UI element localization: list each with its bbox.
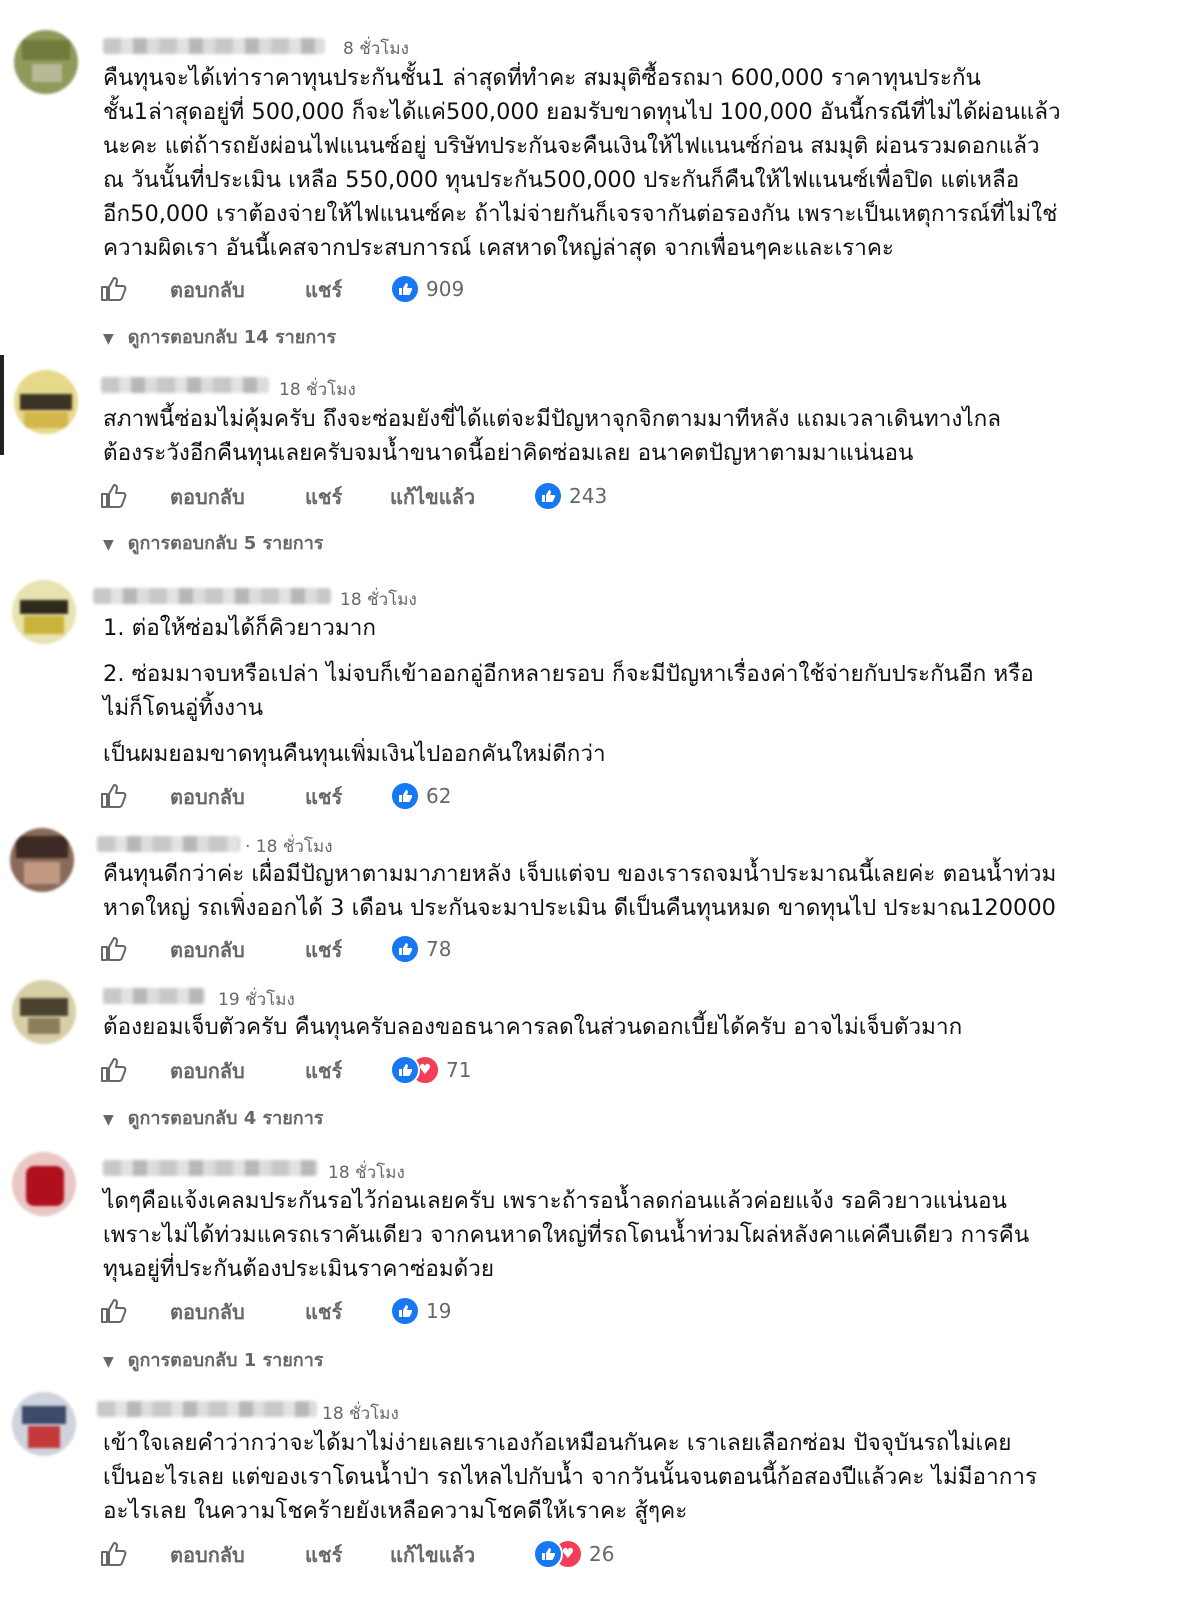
avatar[interactable] bbox=[12, 1392, 76, 1456]
thread-indicator-bar bbox=[0, 355, 4, 455]
reply-button[interactable]: ตอบกลับ bbox=[170, 1539, 245, 1571]
author-name-redacted[interactable] bbox=[103, 988, 205, 1004]
avatar[interactable] bbox=[14, 370, 78, 434]
like-icon[interactable] bbox=[100, 1541, 128, 1567]
like-reaction-icon bbox=[390, 274, 420, 304]
comment-actions: ตอบกลับ แชร์ ♥ 71 bbox=[100, 1055, 800, 1087]
view-replies-link[interactable]: ▼ ดูการตอบกลับ 14 รายการ bbox=[103, 322, 336, 351]
comment-actions: ตอบกลับ แชร์ 19 bbox=[100, 1296, 800, 1328]
comment-text: คืนทุนจะได้เท่าราคาทุนประกันชั้น1 ล่าสุด… bbox=[103, 65, 1061, 261]
edited-label[interactable]: แก้ไขแล้ว bbox=[390, 481, 475, 513]
comment-time[interactable]: 18 ชั่วโมง bbox=[340, 586, 417, 613]
author-name-redacted[interactable] bbox=[103, 38, 325, 54]
reaction-summary[interactable]: 243 bbox=[533, 481, 607, 511]
like-icon[interactable] bbox=[100, 783, 128, 809]
like-reaction-icon bbox=[390, 934, 420, 964]
reaction-summary[interactable]: 62 bbox=[390, 781, 451, 811]
avatar[interactable] bbox=[12, 1152, 76, 1216]
comment-text: สภาพนี้ซ่อมไม่คุ้มครับ ถึงจะซ่อมยังขี่ได… bbox=[103, 406, 1002, 466]
reaction-count: 78 bbox=[426, 937, 452, 961]
reaction-summary[interactable]: ♥ 71 bbox=[390, 1055, 471, 1085]
comment-actions: ตอบกลับ แชร์ 62 bbox=[100, 781, 800, 813]
share-button[interactable]: แชร์ bbox=[305, 781, 342, 813]
comment-text: ไดๆคือแจ้งเคลมประกันรอไว้ก่อนเลยครับ เพร… bbox=[103, 1188, 1030, 1282]
chevron-down-icon: ▼ bbox=[103, 1354, 114, 1370]
like-icon[interactable] bbox=[100, 483, 128, 509]
comment-actions: ตอบกลับ แชร์ แก้ไขแล้ว 243 bbox=[100, 481, 800, 513]
reaction-summary[interactable]: 19 bbox=[390, 1296, 451, 1326]
share-button[interactable]: แชร์ bbox=[305, 1296, 342, 1328]
comment-time[interactable]: 18 ชั่วโมง bbox=[328, 1159, 405, 1186]
reaction-count: 243 bbox=[569, 484, 608, 508]
reaction-summary[interactable]: 909 bbox=[390, 274, 464, 304]
comment-text: คืนทุนดีกว่าค่ะ เผื่อมีปัญหาตามมาภายหลัง… bbox=[103, 861, 1057, 921]
reaction-count: 26 bbox=[589, 1542, 615, 1566]
author-name-redacted[interactable] bbox=[93, 588, 331, 604]
avatar[interactable] bbox=[12, 580, 76, 644]
like-reaction-icon bbox=[533, 481, 563, 511]
avatar[interactable] bbox=[12, 980, 76, 1044]
view-replies-link[interactable]: ▼ ดูการตอบกลับ 1 รายการ bbox=[103, 1345, 323, 1374]
reaction-count: 909 bbox=[426, 277, 465, 301]
comment-text: ต้องยอมเจ็บตัวครับ คืนทุนครับลองขอธนาคาร… bbox=[103, 1014, 963, 1040]
chevron-down-icon: ▼ bbox=[103, 537, 114, 553]
view-replies-link[interactable]: ▼ ดูการตอบกลับ 4 รายการ bbox=[103, 1103, 323, 1132]
like-icon[interactable] bbox=[100, 276, 128, 302]
reply-button[interactable]: ตอบกลับ bbox=[170, 934, 245, 966]
like-icon[interactable] bbox=[100, 1057, 128, 1083]
view-replies-link[interactable]: ▼ ดูการตอบกลับ 5 รายการ bbox=[103, 528, 323, 557]
like-icon[interactable] bbox=[100, 936, 128, 962]
reaction-count: 71 bbox=[446, 1058, 472, 1082]
reply-button[interactable]: ตอบกลับ bbox=[170, 481, 245, 513]
comment-actions: ตอบกลับ แชร์ 909 bbox=[100, 274, 800, 306]
author-name-redacted[interactable] bbox=[101, 377, 269, 393]
comment-time[interactable]: 18 ชั่วโมง bbox=[279, 376, 356, 403]
share-button[interactable]: แชร์ bbox=[305, 274, 342, 306]
comment-text: 1. ต่อให้ซ่อมได้ก็คิวยาวมาก 2. ซ่อมมาจบห… bbox=[103, 615, 1034, 767]
comment-time[interactable]: · 18 ชั่วโมง bbox=[245, 833, 333, 860]
avatar[interactable] bbox=[14, 30, 78, 94]
reaction-summary[interactable]: 78 bbox=[390, 934, 451, 964]
like-reaction-icon bbox=[390, 781, 420, 811]
author-name-redacted[interactable] bbox=[97, 1401, 317, 1417]
reply-button[interactable]: ตอบกลับ bbox=[170, 1055, 245, 1087]
author-name-redacted[interactable] bbox=[97, 836, 240, 852]
like-reaction-icon bbox=[390, 1296, 420, 1326]
author-name-redacted[interactable] bbox=[103, 1160, 318, 1176]
chevron-down-icon: ▼ bbox=[103, 1112, 114, 1128]
comment-actions: ตอบกลับ แชร์ 78 bbox=[100, 934, 800, 966]
share-button[interactable]: แชร์ bbox=[305, 934, 342, 966]
comment-time[interactable]: 8 ชั่วโมง bbox=[343, 35, 409, 62]
like-reaction-icon bbox=[533, 1539, 563, 1569]
chevron-down-icon: ▼ bbox=[103, 331, 114, 347]
reaction-summary[interactable]: ♥ 26 bbox=[533, 1539, 614, 1569]
like-icon[interactable] bbox=[100, 1298, 128, 1324]
edited-label[interactable]: แก้ไขแล้ว bbox=[390, 1539, 475, 1571]
like-reaction-icon bbox=[390, 1055, 420, 1085]
reply-button[interactable]: ตอบกลับ bbox=[170, 274, 245, 306]
comment-actions: ตอบกลับ แชร์ แก้ไขแล้ว ♥ 26 bbox=[100, 1539, 800, 1571]
share-button[interactable]: แชร์ bbox=[305, 1055, 342, 1087]
share-button[interactable]: แชร์ bbox=[305, 481, 342, 513]
reaction-count: 19 bbox=[426, 1299, 452, 1323]
reaction-count: 62 bbox=[426, 784, 452, 808]
reply-button[interactable]: ตอบกลับ bbox=[170, 1296, 245, 1328]
avatar[interactable] bbox=[10, 828, 74, 892]
reply-button[interactable]: ตอบกลับ bbox=[170, 781, 245, 813]
share-button[interactable]: แชร์ bbox=[305, 1539, 342, 1571]
comment-text: เข้าใจเลยคำว่ากว่าจะได้มาไม่ง่ายเลยเราเอ… bbox=[103, 1430, 1038, 1524]
comment-time[interactable]: 18 ชั่วโมง bbox=[322, 1400, 399, 1427]
comment-time[interactable]: 19 ชั่วโมง bbox=[218, 986, 295, 1013]
